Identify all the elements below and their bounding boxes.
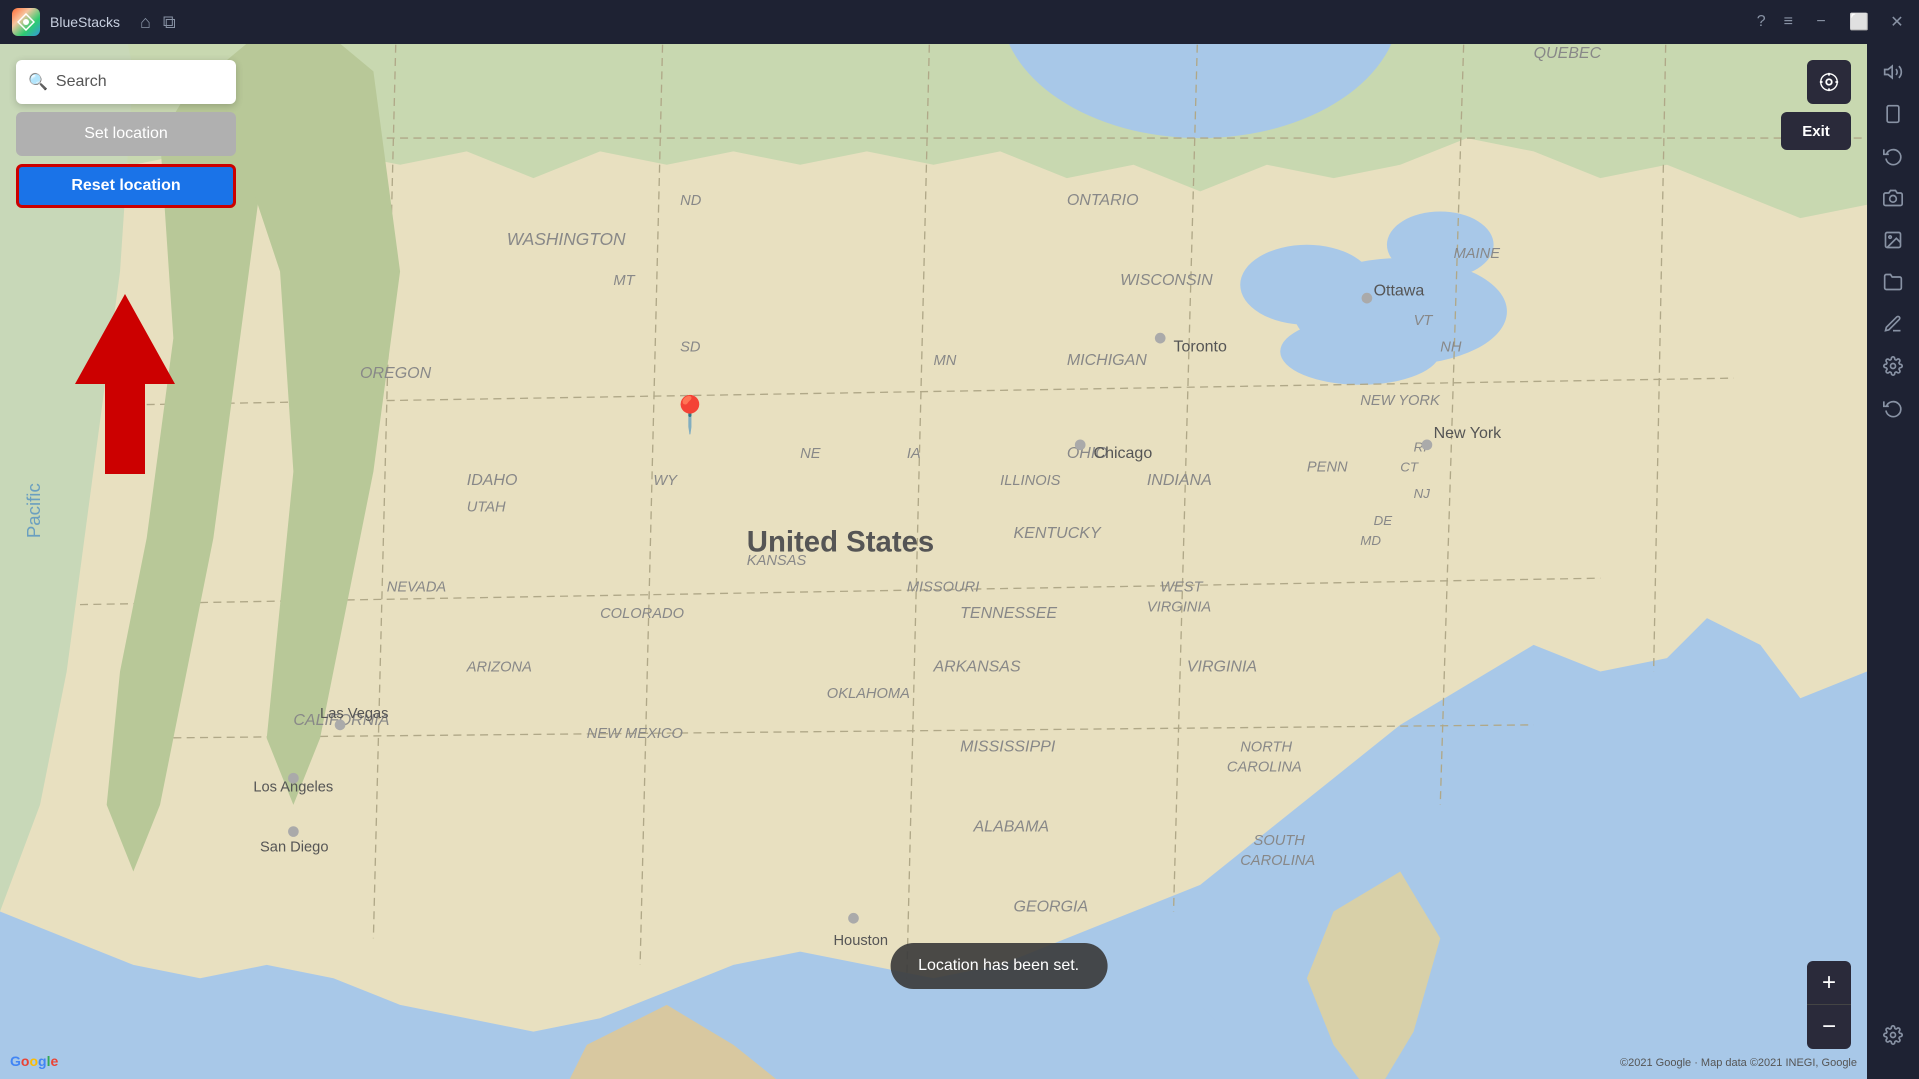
map-background: WASHINGTON OREGON IDAHO MT ND SD NE WY N… xyxy=(0,44,1867,1079)
toast-notification: Location has been set. xyxy=(890,943,1107,989)
svg-text:DE: DE xyxy=(1374,513,1394,528)
sidebar-icon-folder[interactable] xyxy=(1875,264,1911,300)
svg-text:WASHINGTON: WASHINGTON xyxy=(507,229,626,249)
sidebar-icon-image[interactable] xyxy=(1875,222,1911,258)
zoom-controls: + − xyxy=(1807,961,1851,1049)
svg-text:VT: VT xyxy=(1414,313,1434,329)
svg-text:NORTH: NORTH xyxy=(1240,740,1292,756)
svg-text:SOUTH: SOUTH xyxy=(1254,833,1306,849)
main-content: WASHINGTON OREGON IDAHO MT ND SD NE WY N… xyxy=(0,44,1919,1079)
svg-text:Las Vegas: Las Vegas xyxy=(320,706,388,722)
svg-text:CAROLINA: CAROLINA xyxy=(1227,760,1302,776)
svg-text:Houston: Houston xyxy=(833,933,888,949)
minimize-button[interactable]: − xyxy=(1811,12,1831,32)
svg-text:OKLAHOMA: OKLAHOMA xyxy=(827,686,910,702)
gps-button[interactable] xyxy=(1807,60,1851,104)
svg-text:ALABAMA: ALABAMA xyxy=(973,819,1050,836)
svg-text:MD: MD xyxy=(1360,533,1381,548)
close-button[interactable]: ✕ xyxy=(1887,12,1907,32)
sidebar-icon-edit[interactable] xyxy=(1875,306,1911,342)
set-location-button[interactable]: Set location xyxy=(16,112,236,156)
svg-text:WEST: WEST xyxy=(1160,580,1203,596)
zoom-out-button[interactable]: − xyxy=(1807,1005,1851,1049)
sidebar-icon-reset[interactable] xyxy=(1875,390,1911,426)
map-copyright: ©2021 Google · Map data ©2021 INEGI, Goo… xyxy=(1620,1057,1857,1069)
reset-location-button[interactable]: Reset location xyxy=(16,164,236,208)
exit-button[interactable]: Exit xyxy=(1781,112,1851,150)
sidebar-icon-camera[interactable] xyxy=(1875,180,1911,216)
svg-text:Los Angeles: Los Angeles xyxy=(253,780,333,796)
svg-text:PENN: PENN xyxy=(1307,459,1348,475)
svg-text:MISSOURI: MISSOURI xyxy=(907,580,979,596)
svg-text:OREGON: OREGON xyxy=(360,365,432,382)
svg-text:ILLINOIS: ILLINOIS xyxy=(1000,473,1061,489)
svg-text:INDIANA: INDIANA xyxy=(1147,472,1212,489)
sidebar-icon-settings2[interactable] xyxy=(1875,1017,1911,1053)
svg-text:United States: United States xyxy=(747,525,934,558)
search-label: Search xyxy=(56,73,107,91)
svg-text:NEW YORK: NEW YORK xyxy=(1360,393,1441,409)
svg-text:NEVADA: NEVADA xyxy=(387,580,446,596)
svg-text:COLORADO: COLORADO xyxy=(600,606,684,622)
svg-text:VIRGINIA: VIRGINIA xyxy=(1187,659,1257,676)
svg-text:New York: New York xyxy=(1434,425,1503,442)
home-icon[interactable]: ⌂ xyxy=(140,12,151,33)
svg-text:TENNESSEE: TENNESSEE xyxy=(960,605,1057,622)
svg-text:NE: NE xyxy=(800,446,821,462)
svg-text:WY: WY xyxy=(653,473,678,489)
svg-text:IA: IA xyxy=(907,446,921,462)
svg-text:Pacific: Pacific xyxy=(23,483,44,538)
svg-text:ND: ND xyxy=(680,193,702,209)
svg-text:NH: NH xyxy=(1440,339,1462,355)
svg-text:San Diego: San Diego xyxy=(260,840,328,856)
sidebar-icon-rotation[interactable] xyxy=(1875,138,1911,174)
right-sidebar xyxy=(1867,44,1919,1079)
sidebar-icon-volume[interactable] xyxy=(1875,54,1911,90)
svg-text:ARKANSAS: ARKANSAS xyxy=(933,659,1021,676)
svg-text:QUEBEC: QUEBEC xyxy=(1534,45,1602,62)
svg-text:KENTUCKY: KENTUCKY xyxy=(1014,525,1102,542)
help-icon[interactable]: ? xyxy=(1757,13,1766,31)
svg-text:ARIZONA: ARIZONA xyxy=(466,660,532,676)
svg-text:MT: MT xyxy=(613,273,635,289)
search-bar[interactable]: 🔍 Search xyxy=(16,60,236,104)
zoom-in-button[interactable]: + xyxy=(1807,961,1851,1005)
svg-text:MAINE: MAINE xyxy=(1454,246,1501,262)
titlebar: BlueStacks ⌂ ⧉ ? ≡ − ⬜ ✕ xyxy=(0,0,1919,44)
svg-text:VIRGINIA: VIRGINIA xyxy=(1147,600,1211,616)
annotation-arrow xyxy=(65,284,185,489)
svg-text:ONTARIO: ONTARIO xyxy=(1067,192,1139,209)
svg-text:Toronto: Toronto xyxy=(1174,338,1227,355)
map-pin: 📍 xyxy=(668,394,713,436)
svg-text:WISCONSIN: WISCONSIN xyxy=(1120,272,1213,289)
svg-text:UTAH: UTAH xyxy=(467,499,506,515)
svg-text:MICHIGAN: MICHIGAN xyxy=(1067,352,1147,369)
app-title: BlueStacks xyxy=(50,14,120,30)
svg-text:Chicago: Chicago xyxy=(1094,445,1153,462)
svg-text:IDAHO: IDAHO xyxy=(467,472,518,489)
map-controls: 🔍 Search Set location Reset location xyxy=(16,60,236,208)
titlebar-controls: ? ≡ − ⬜ ✕ xyxy=(1757,12,1907,32)
map-container[interactable]: WASHINGTON OREGON IDAHO MT ND SD NE WY N… xyxy=(0,44,1867,1079)
svg-text:MISSISSIPPI: MISSISSIPPI xyxy=(960,739,1056,756)
sidebar-icon-settings[interactable] xyxy=(1875,348,1911,384)
svg-text:NJ: NJ xyxy=(1414,486,1431,501)
google-logo: Google xyxy=(10,1053,58,1069)
app-logo xyxy=(12,8,40,36)
sidebar-icon-phone[interactable] xyxy=(1875,96,1911,132)
svg-text:Ottawa: Ottawa xyxy=(1374,282,1425,299)
titlebar-nav: ⌂ ⧉ xyxy=(140,12,176,33)
menu-icon[interactable]: ≡ xyxy=(1784,13,1793,31)
layers-icon[interactable]: ⧉ xyxy=(163,12,176,33)
svg-text:MN: MN xyxy=(934,353,957,369)
svg-text:GEORGIA: GEORGIA xyxy=(1014,899,1089,916)
restore-button[interactable]: ⬜ xyxy=(1849,12,1869,32)
svg-text:CT: CT xyxy=(1400,459,1419,474)
svg-text:NEW MEXICO: NEW MEXICO xyxy=(587,726,683,742)
svg-text:CAROLINA: CAROLINA xyxy=(1240,853,1315,869)
svg-text:SD: SD xyxy=(680,339,701,355)
search-icon: 🔍 xyxy=(28,72,48,92)
